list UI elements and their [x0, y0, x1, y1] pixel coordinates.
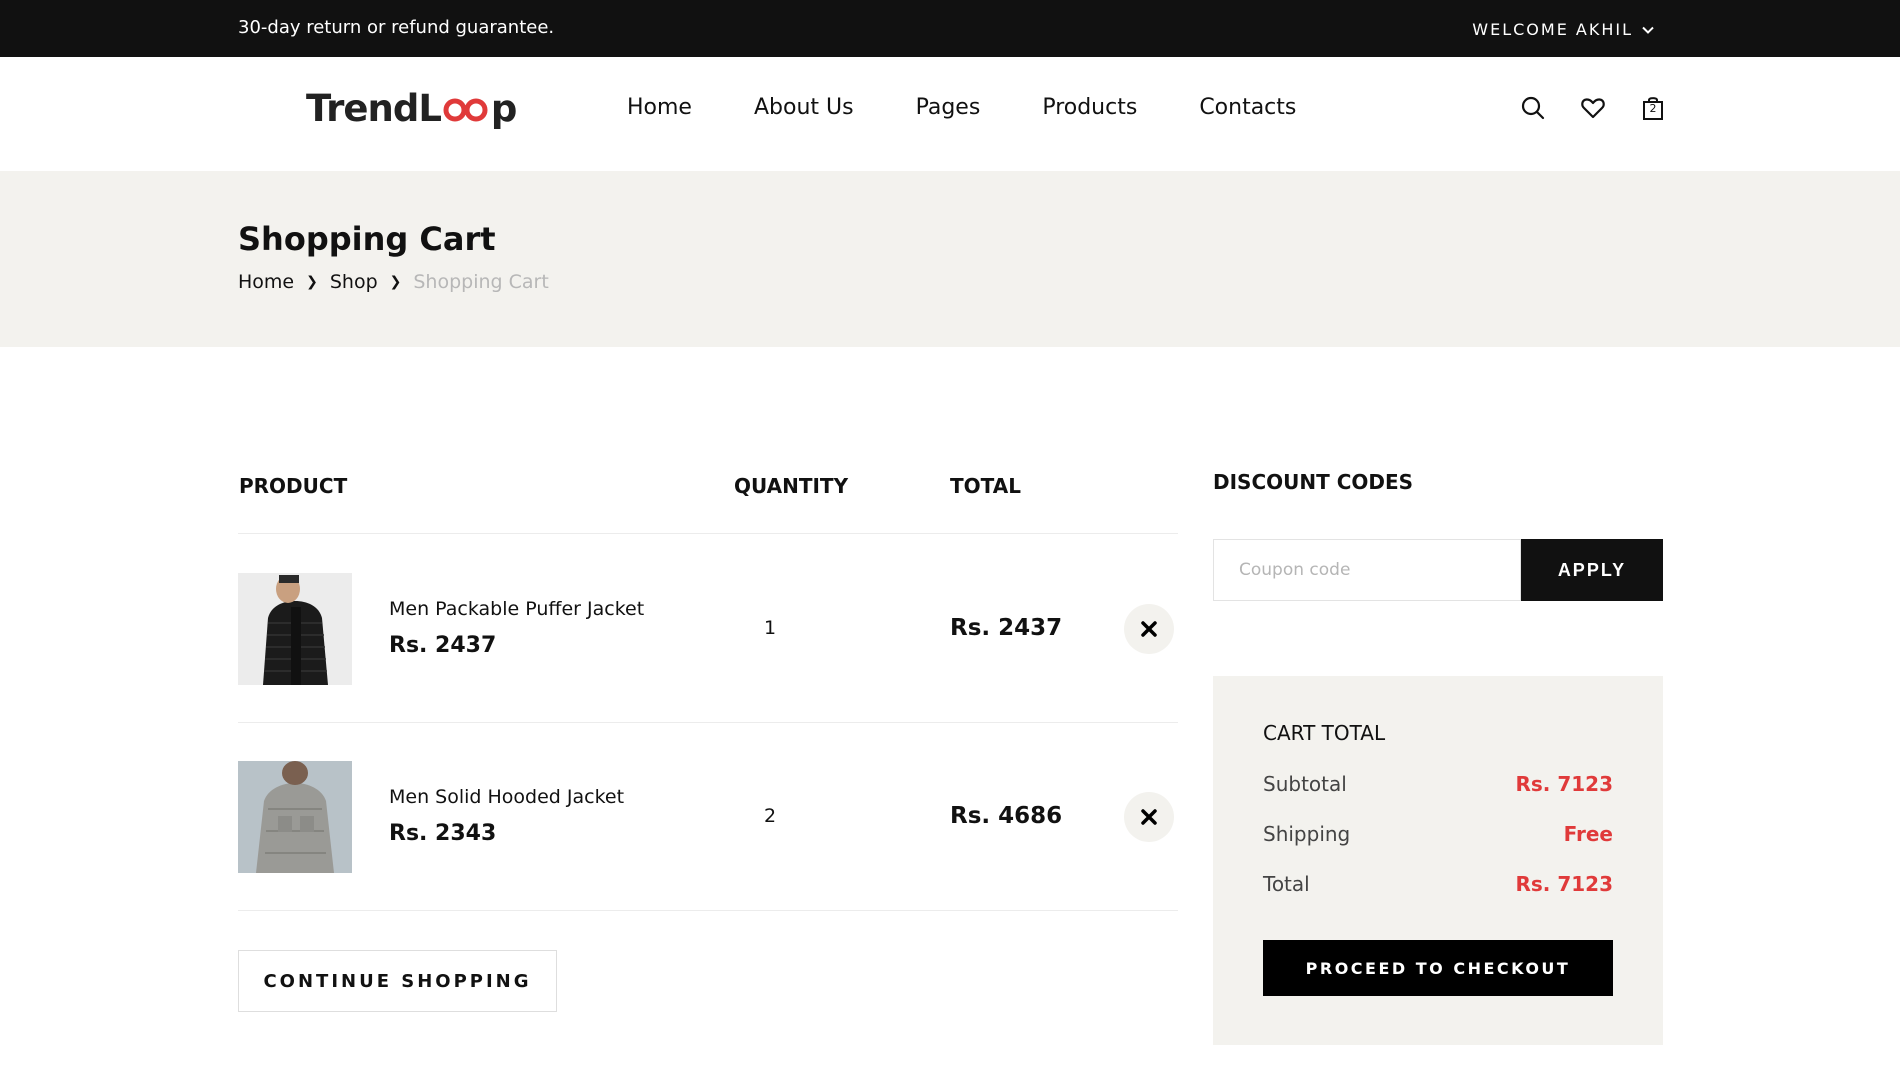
cart-item-row: Men Packable Puffer Jacket Rs. 2437 1 Rs… — [238, 573, 1178, 685]
product-name[interactable]: Men Solid Hooded Jacket — [389, 786, 624, 808]
table-divider — [238, 533, 1178, 534]
chevron-right-icon: ❯ — [306, 274, 318, 290]
subtotal-label: Subtotal — [1263, 772, 1347, 796]
breadcrumb-home[interactable]: Home — [238, 271, 294, 293]
search-icon — [1521, 96, 1545, 120]
product-quantity: 1 — [764, 617, 777, 639]
cart-item-row: Men Solid Hooded Jacket Rs. 2343 2 Rs. 4… — [238, 761, 1178, 873]
logo-text-trend: Trend — [306, 87, 419, 130]
apply-coupon-button[interactable]: APPLY — [1521, 539, 1663, 601]
subtotal-row: Subtotal Rs. 7123 — [1263, 772, 1613, 796]
line-total: Rs. 2437 — [950, 615, 1063, 641]
wishlist-button[interactable] — [1580, 95, 1606, 121]
welcome-label: WELCOME AKHIL — [1472, 20, 1633, 39]
cart-button[interactable]: 2 — [1640, 95, 1666, 121]
close-icon — [1141, 809, 1157, 825]
nav-pages[interactable]: Pages — [916, 95, 981, 120]
search-button[interactable] — [1520, 95, 1546, 121]
cart-count-badge: 2 — [1649, 102, 1657, 115]
trendloop-logo[interactable]: Trend L p — [306, 87, 517, 130]
cart-total-heading: CART TOTAL — [1263, 721, 1386, 745]
product-quantity: 2 — [764, 805, 777, 827]
column-header-quantity: QUANTITY — [734, 474, 849, 498]
close-icon — [1141, 621, 1157, 637]
chevron-right-icon: ❯ — [389, 274, 402, 290]
nav-products[interactable]: Products — [1042, 95, 1137, 120]
discount-codes-heading: DISCOUNT CODES — [1213, 470, 1414, 494]
line-total: Rs. 4686 — [950, 803, 1063, 829]
logo-loop-icon — [442, 95, 490, 123]
header-actions: 2 — [1520, 95, 1666, 121]
page-title: Shopping Cart — [238, 220, 496, 258]
cart-total-panel: CART TOTAL Subtotal Rs. 7123 Shipping Fr… — [1213, 676, 1663, 1045]
user-menu[interactable]: WELCOME AKHIL — [1472, 20, 1655, 39]
breadcrumb-current: Shopping Cart — [413, 271, 549, 293]
logo-text-l: L — [418, 87, 442, 130]
coupon-code-input[interactable] — [1213, 539, 1521, 601]
nav-contacts[interactable]: Contacts — [1199, 95, 1296, 120]
site-header: Trend L p Home About Us Pages Products C… — [0, 57, 1900, 171]
total-row: Total Rs. 7123 — [1263, 872, 1613, 896]
breadcrumb: Home ❯ Shop ❯ Shopping Cart — [238, 271, 549, 293]
column-header-total: TOTAL — [950, 474, 1021, 498]
table-divider — [238, 910, 1178, 911]
page-banner: Shopping Cart Home ❯ Shop ❯ Shopping Car… — [0, 171, 1900, 347]
column-header-product: PRODUCT — [239, 474, 348, 498]
total-value: Rs. 7123 — [1515, 872, 1613, 896]
product-price: Rs. 2437 — [389, 633, 497, 658]
remove-item-button[interactable] — [1124, 604, 1174, 654]
table-divider — [238, 722, 1178, 723]
subtotal-value: Rs. 7123 — [1515, 772, 1613, 796]
heart-icon — [1581, 98, 1605, 119]
shipping-label: Shipping — [1263, 822, 1351, 846]
chevron-down-icon — [1642, 26, 1654, 34]
proceed-to-checkout-button[interactable]: PROCEED TO CHECKOUT — [1263, 940, 1613, 996]
product-price: Rs. 2343 — [389, 821, 497, 846]
top-announcement-bar: 30-day return or refund guarantee. WELCO… — [0, 0, 1900, 57]
total-label: Total — [1263, 872, 1310, 896]
product-name[interactable]: Men Packable Puffer Jacket — [389, 598, 644, 620]
continue-shopping-button[interactable]: CONTINUE SHOPPING — [238, 950, 557, 1012]
nav-about-us[interactable]: About Us — [754, 95, 854, 120]
product-thumbnail-hooded-jacket[interactable] — [238, 761, 352, 873]
logo-text-p: p — [490, 87, 517, 130]
shipping-value: Free — [1563, 822, 1613, 846]
nav-home[interactable]: Home — [627, 95, 692, 120]
product-thumbnail-puffer-jacket[interactable] — [238, 573, 352, 685]
return-guarantee-notice: 30-day return or refund guarantee. — [238, 17, 555, 38]
shipping-row: Shipping Free — [1263, 822, 1613, 846]
main-nav: Home About Us Pages Products Contacts — [627, 95, 1358, 120]
remove-item-button[interactable] — [1124, 792, 1174, 842]
breadcrumb-shop[interactable]: Shop — [330, 271, 378, 293]
